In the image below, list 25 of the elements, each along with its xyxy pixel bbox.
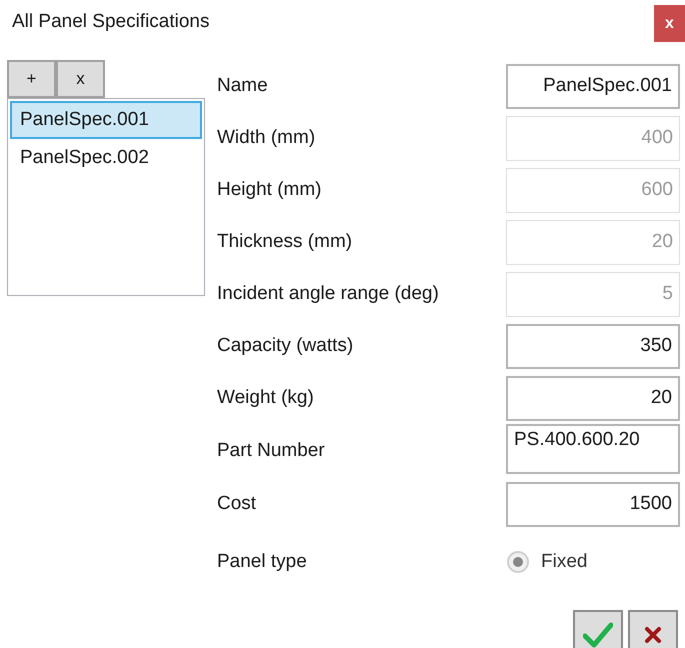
input-field[interactable]: PanelSpec.001: [506, 64, 680, 108]
cancel-button[interactable]: [628, 610, 678, 648]
field-label: Part Number: [217, 439, 325, 463]
field-label: Name: [217, 74, 268, 98]
confirm-button[interactable]: [573, 610, 623, 648]
field-label: Width (mm): [217, 126, 316, 150]
field-label: Incident angle range (deg): [217, 282, 439, 306]
field-label: Cost: [217, 492, 256, 516]
field-label: Panel type: [217, 550, 308, 574]
close-icon: [644, 626, 662, 644]
field-label: Height (mm): [217, 178, 322, 202]
input-field[interactable]: 350: [506, 324, 680, 368]
field-label: Thickness (mm): [217, 230, 352, 254]
input-field[interactable]: 20: [506, 376, 680, 420]
field-label: Weight (kg): [217, 386, 314, 410]
list-item[interactable]: PanelSpec.002: [10, 139, 202, 177]
close-button[interactable]: x: [654, 5, 685, 42]
field-label: Capacity (watts): [217, 334, 354, 358]
input-field[interactable]: PS.400.600.20: [506, 424, 680, 474]
check-icon: [583, 622, 613, 648]
window-title: All Panel Specifications: [12, 10, 210, 34]
list-item[interactable]: PanelSpec.001: [10, 101, 202, 139]
input-field[interactable]: 1500: [506, 482, 680, 526]
add-button[interactable]: +: [7, 60, 56, 98]
delete-button[interactable]: x: [56, 60, 105, 98]
